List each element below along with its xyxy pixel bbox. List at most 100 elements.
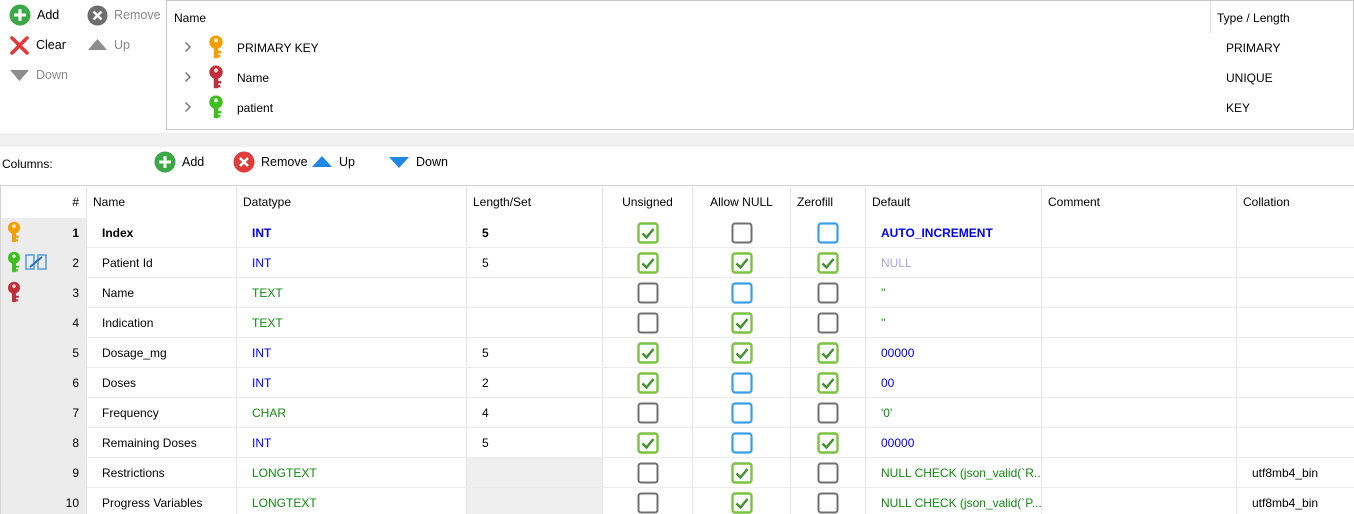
datatype-cell[interactable]: TEXT xyxy=(237,308,467,338)
allow-null-checkbox[interactable] xyxy=(730,312,753,334)
header-datatype[interactable]: Datatype xyxy=(237,186,467,218)
datatype-cell[interactable]: INT xyxy=(237,218,467,248)
unsigned-checkbox[interactable] xyxy=(636,342,659,364)
collation-cell[interactable] xyxy=(1237,368,1354,398)
default-cell[interactable]: '0' xyxy=(866,398,1042,428)
length-cell[interactable] xyxy=(467,308,603,338)
collation-cell[interactable] xyxy=(1237,278,1354,308)
zerofill-checkbox[interactable] xyxy=(817,342,839,364)
chevron-right-icon[interactable] xyxy=(184,101,192,113)
zerofill-checkbox[interactable] xyxy=(817,252,839,274)
unsigned-checkbox[interactable] xyxy=(636,372,659,394)
header-default[interactable]: Default xyxy=(866,186,1042,218)
default-cell[interactable]: '' xyxy=(866,278,1042,308)
panel-splitter[interactable] xyxy=(0,133,1354,147)
table-row[interactable]: 5 Dosage_mg INT 5 00000 xyxy=(1,338,1354,368)
length-cell[interactable] xyxy=(467,278,603,308)
index-down-button[interactable]: Down xyxy=(9,63,68,87)
collation-cell[interactable]: utf8mb4_bin xyxy=(1237,488,1354,514)
datatype-cell[interactable]: INT xyxy=(237,338,467,368)
comment-cell[interactable] xyxy=(1042,308,1237,338)
default-cell[interactable]: '' xyxy=(866,308,1042,338)
collation-cell[interactable] xyxy=(1237,338,1354,368)
unsigned-checkbox[interactable] xyxy=(636,222,659,244)
header-collation[interactable]: Collation xyxy=(1237,186,1354,218)
datatype-cell[interactable]: INT xyxy=(237,248,467,278)
comment-cell[interactable] xyxy=(1042,398,1237,428)
column-remove-button[interactable]: Remove xyxy=(233,150,308,174)
unsigned-checkbox[interactable] xyxy=(637,462,659,484)
collation-cell[interactable] xyxy=(1237,218,1354,248)
datatype-cell[interactable]: TEXT xyxy=(237,278,467,308)
collation-cell[interactable] xyxy=(1237,398,1354,428)
column-name-cell[interactable]: Restrictions xyxy=(87,458,237,488)
header-num[interactable]: # xyxy=(1,186,87,218)
table-row[interactable]: 7 Frequency CHAR 4 '0' xyxy=(1,398,1354,428)
header-allow-null[interactable]: Allow NULL xyxy=(693,186,791,218)
length-cell[interactable] xyxy=(467,458,603,488)
index-header-name[interactable]: Name xyxy=(174,11,206,25)
datatype-cell[interactable]: INT xyxy=(237,368,467,398)
column-add-button[interactable]: Add xyxy=(154,150,204,174)
zerofill-checkbox[interactable] xyxy=(817,312,839,334)
length-cell[interactable]: 5 xyxy=(467,218,603,248)
allow-null-checkbox[interactable] xyxy=(731,222,753,244)
length-cell[interactable]: 5 xyxy=(467,428,603,458)
column-up-button[interactable]: Up xyxy=(311,150,355,174)
zerofill-checkbox[interactable] xyxy=(817,372,839,394)
datatype-cell[interactable]: LONGTEXT xyxy=(237,458,467,488)
allow-null-checkbox[interactable] xyxy=(730,342,753,364)
collation-cell[interactable] xyxy=(1237,248,1354,278)
index-row[interactable]: patient KEY xyxy=(167,92,1353,122)
allow-null-checkbox[interactable] xyxy=(730,282,753,304)
table-row[interactable]: 2 Patient Id INT 5 NULL xyxy=(1,248,1354,278)
allow-null-checkbox[interactable] xyxy=(730,492,753,514)
column-name-cell[interactable]: Remaining Doses xyxy=(87,428,237,458)
default-cell[interactable]: AUTO_INCREMENT xyxy=(866,218,1042,248)
header-length[interactable]: Length/Set xyxy=(467,186,603,218)
unsigned-checkbox[interactable] xyxy=(637,402,659,424)
header-name[interactable]: Name xyxy=(87,186,237,218)
default-cell[interactable]: NULL xyxy=(866,248,1042,278)
index-tree[interactable]: Name Type / Length PRIMARY KEY PRIMARY Nam… xyxy=(166,0,1354,130)
allow-null-checkbox[interactable] xyxy=(730,432,753,454)
header-unsigned[interactable]: Unsigned xyxy=(603,186,693,218)
allow-null-checkbox[interactable] xyxy=(730,252,753,274)
column-name-cell[interactable]: Patient Id xyxy=(87,248,237,278)
chevron-right-icon[interactable] xyxy=(184,71,192,83)
length-cell[interactable]: 5 xyxy=(467,338,603,368)
zerofill-checkbox[interactable] xyxy=(817,462,839,484)
table-row[interactable]: 10 Progress Variables LONGTEXT NULL CHECK (… xyxy=(1,488,1354,514)
comment-cell[interactable] xyxy=(1042,368,1237,398)
index-clear-button[interactable]: Clear xyxy=(9,33,66,57)
column-name-cell[interactable]: Frequency xyxy=(87,398,237,428)
zerofill-checkbox[interactable] xyxy=(817,432,839,454)
length-cell[interactable]: 5 xyxy=(467,248,603,278)
comment-cell[interactable] xyxy=(1042,278,1237,308)
datatype-cell[interactable]: CHAR xyxy=(237,398,467,428)
table-row[interactable]: 1 Index INT 5 AUTO_INCREMENT xyxy=(1,218,1354,248)
index-header-type[interactable]: Type / Length xyxy=(1217,11,1290,25)
default-cell[interactable]: 00000 xyxy=(866,428,1042,458)
length-cell[interactable]: 2 xyxy=(467,368,603,398)
comment-cell[interactable] xyxy=(1042,488,1237,514)
datatype-cell[interactable]: INT xyxy=(237,428,467,458)
comment-cell[interactable] xyxy=(1042,248,1237,278)
collation-cell[interactable] xyxy=(1237,428,1354,458)
table-row[interactable]: 8 Remaining Doses INT 5 00000 xyxy=(1,428,1354,458)
index-up-button[interactable]: Up xyxy=(87,33,130,57)
index-row[interactable]: Name UNIQUE xyxy=(167,62,1353,92)
default-cell[interactable]: NULL CHECK (json_valid(`R... xyxy=(866,458,1042,488)
length-cell[interactable]: 4 xyxy=(467,398,603,428)
unsigned-checkbox[interactable] xyxy=(636,252,659,274)
allow-null-checkbox[interactable] xyxy=(730,372,753,394)
collation-cell[interactable]: utf8mb4_bin xyxy=(1237,458,1354,488)
index-add-button[interactable]: Add xyxy=(9,3,59,27)
unsigned-checkbox[interactable] xyxy=(637,312,659,334)
zerofill-checkbox[interactable] xyxy=(817,282,839,304)
default-cell[interactable]: 00000 xyxy=(866,338,1042,368)
chevron-right-icon[interactable] xyxy=(184,41,192,53)
comment-cell[interactable] xyxy=(1042,458,1237,488)
zerofill-checkbox[interactable] xyxy=(817,492,839,514)
comment-cell[interactable] xyxy=(1042,338,1237,368)
